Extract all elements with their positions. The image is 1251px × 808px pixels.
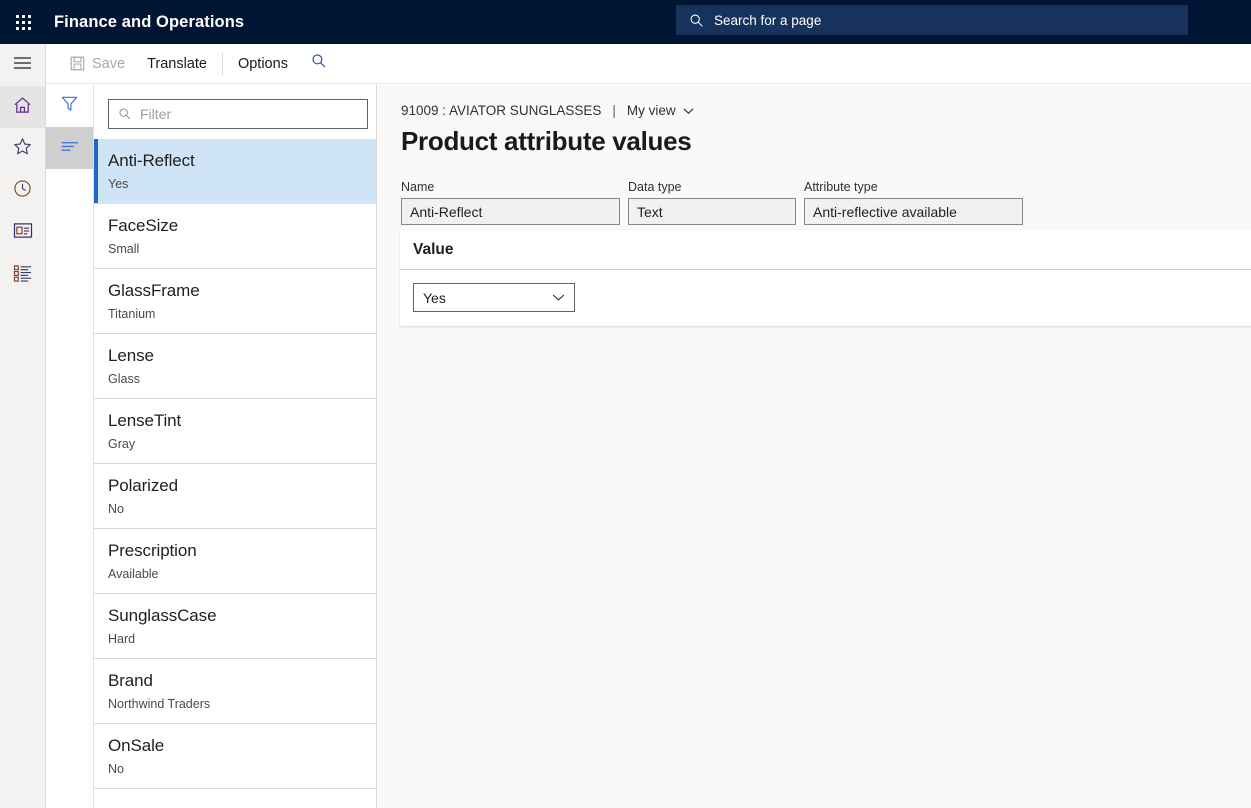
attribute-detail-fields: Name Anti-Reflect Data type Text Attribu… — [378, 157, 1251, 225]
breadcrumb-record: 91009 : AVIATOR SUNGLASSES — [401, 103, 601, 118]
list-item-value: No — [108, 761, 376, 777]
filter-input[interactable]: Filter — [108, 99, 368, 129]
attribute-type-input[interactable]: Anti-reflective available — [804, 198, 1023, 225]
list-item-value: Hard — [108, 631, 376, 647]
value-section-body: Yes — [400, 270, 1251, 312]
list-item-name: FaceSize — [108, 215, 376, 237]
main-content-area: 91009 : AVIATOR SUNGLASSES | My view Pro… — [378, 85, 1251, 808]
field-data-type: Data type Text — [628, 180, 796, 225]
list-item-name: Polarized — [108, 475, 376, 497]
list-tool-strip — [46, 85, 94, 808]
view-selector[interactable]: My view — [627, 103, 694, 118]
list-lines-icon — [60, 139, 80, 158]
filter-input-placeholder: Filter — [140, 106, 171, 122]
page-title: Product attribute values — [378, 118, 1251, 157]
hamburger-menu-icon — [13, 56, 32, 75]
list-item[interactable]: GlassFrame Titanium — [94, 269, 376, 334]
options-button-label: Options — [238, 56, 288, 72]
list-item-name: Anti-Reflect — [108, 150, 376, 172]
star-icon — [13, 137, 32, 161]
rail-item-workspaces[interactable] — [0, 212, 45, 254]
list-item[interactable]: FaceSize Small — [94, 204, 376, 269]
list-item-value: Gray — [108, 436, 376, 452]
list-item-value: Northwind Traders — [108, 696, 376, 712]
workspace-icon — [13, 222, 33, 244]
clock-icon — [13, 179, 32, 203]
left-navigation-rail — [0, 44, 46, 808]
rail-item-favorites[interactable] — [0, 128, 45, 170]
navigation-menu-toggle[interactable] — [0, 44, 45, 86]
list-view-button[interactable] — [46, 127, 93, 169]
name-input[interactable]: Anti-Reflect — [401, 198, 620, 225]
field-attribute-type-label: Attribute type — [804, 180, 1023, 194]
options-button[interactable]: Options — [227, 45, 299, 83]
rail-item-modules[interactable] — [0, 254, 45, 296]
list-item[interactable]: Lense Glass — [94, 334, 376, 399]
data-type-input[interactable]: Text — [628, 198, 796, 225]
breadcrumb: 91009 : AVIATOR SUNGLASSES | My view — [378, 85, 1251, 118]
command-bar-search-button[interactable] — [299, 53, 339, 74]
list-item[interactable]: Prescription Available — [94, 529, 376, 594]
list-item-name: Brand — [108, 670, 376, 692]
attribute-list: Anti-Reflect Yes FaceSize Small GlassFrame Ti… — [94, 139, 376, 789]
list-item[interactable]: OnSale No — [94, 724, 376, 789]
breadcrumb-separator: | — [612, 103, 616, 118]
list-item-value: Available — [108, 566, 376, 582]
chevron-down-icon — [552, 293, 565, 302]
save-button[interactable]: Save — [59, 45, 136, 83]
list-item-name: LenseTint — [108, 410, 376, 432]
value-section-header: Value — [400, 230, 1251, 270]
global-search-box[interactable]: Search for a page — [676, 5, 1188, 35]
list-item-name: OnSale — [108, 735, 376, 757]
filter-button[interactable] — [46, 85, 93, 127]
filter-field-wrapper: Filter — [94, 85, 376, 139]
value-section-card: Value Yes — [400, 230, 1251, 326]
list-item-name: GlassFrame — [108, 280, 376, 302]
search-icon — [311, 53, 327, 74]
rail-item-home[interactable] — [0, 86, 45, 128]
app-launcher-button[interactable] — [0, 0, 46, 44]
modules-list-icon — [13, 264, 33, 287]
app-launcher-icon — [16, 15, 31, 30]
list-item[interactable]: Anti-Reflect Yes — [94, 139, 376, 204]
field-name: Name Anti-Reflect — [401, 180, 620, 225]
list-item-value: Yes — [108, 176, 376, 192]
translate-button-label: Translate — [147, 56, 207, 72]
save-button-label: Save — [92, 56, 125, 72]
list-item-name: Lense — [108, 345, 376, 367]
top-navigation-bar: Finance and Operations Search for a page — [0, 0, 1251, 44]
search-icon — [118, 107, 132, 121]
chevron-down-icon — [683, 107, 694, 115]
command-bar: Save Translate Options — [46, 44, 1251, 84]
list-item[interactable]: Brand Northwind Traders — [94, 659, 376, 724]
list-item-value: Glass — [108, 371, 376, 387]
list-item-name: SunglassCase — [108, 605, 376, 627]
translate-button[interactable]: Translate — [136, 45, 218, 83]
app-title: Finance and Operations — [54, 13, 244, 32]
filter-funnel-icon — [60, 94, 79, 118]
global-search-placeholder: Search for a page — [714, 13, 821, 28]
home-icon — [13, 96, 32, 119]
list-item-value: No — [108, 501, 376, 517]
list-item[interactable]: SunglassCase Hard — [94, 594, 376, 659]
field-name-label: Name — [401, 180, 620, 194]
field-attribute-type: Attribute type Anti-reflective available — [804, 180, 1023, 225]
list-item-name: Prescription — [108, 540, 376, 562]
value-dropdown[interactable]: Yes — [413, 283, 575, 312]
list-item-value: Small — [108, 241, 376, 257]
search-icon — [689, 13, 704, 28]
command-bar-divider — [222, 53, 223, 75]
value-dropdown-label: Yes — [423, 290, 446, 306]
list-item-value: Titanium — [108, 306, 376, 322]
field-data-type-label: Data type — [628, 180, 796, 194]
attribute-list-panel: Filter Anti-Reflect Yes FaceSize Small Glass… — [94, 85, 377, 808]
view-selector-label: My view — [627, 103, 676, 118]
list-item[interactable]: Polarized No — [94, 464, 376, 529]
save-floppy-icon — [70, 56, 85, 71]
list-item[interactable]: LenseTint Gray — [94, 399, 376, 464]
rail-item-recent[interactable] — [0, 170, 45, 212]
